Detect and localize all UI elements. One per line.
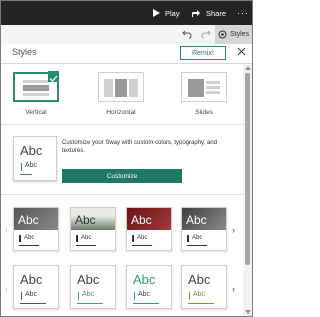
layout-horizontal-option[interactable] [98,72,144,102]
close-icon[interactable] [237,47,246,56]
scroll-down-icon[interactable] [245,310,251,314]
header-divider [1,63,252,64]
remix-button[interactable]: Remix! [180,46,226,60]
styles-icon [218,30,227,39]
styles-window: Play Share ··· Styles Styles Remix! Vert… [0,0,253,317]
share-button[interactable]: Share [191,1,226,25]
row2-next-arrow-icon[interactable]: › [232,284,235,294]
row1-prev-arrow-icon[interactable]: ‹ [5,225,8,235]
style-thumb[interactable]: Abc Abc [181,207,227,251]
layouts-divider [1,124,243,125]
row1-next-arrow-icon[interactable]: › [232,225,235,235]
play-button[interactable]: Play [153,1,180,25]
panel-title: Styles [12,47,37,57]
more-options-button[interactable]: ··· [237,1,249,25]
layout-vertical-label: Vertical [25,109,47,116]
play-label: Play [165,8,180,18]
scroll-up-icon[interactable] [245,66,251,70]
selected-check-icon [48,71,59,82]
preview-small-text: Abc [25,162,38,169]
toolbar: Styles [1,25,252,44]
row2-prev-arrow-icon[interactable]: ‹ [5,284,8,294]
layout-slides-label: Slides [195,109,213,116]
preview-big-text: Abc [20,143,43,158]
styles-button[interactable]: Styles [215,25,252,44]
play-icon [153,9,160,17]
panel-scrollbar[interactable] [243,64,252,316]
style-thumb[interactable]: Abc Abc [13,265,59,309]
styles-button-label: Styles [230,31,250,38]
top-bar: Play Share ··· [1,1,252,25]
customize-preview-card: Abc Abc [13,136,57,181]
redo-icon[interactable] [201,29,211,39]
style-thumb[interactable]: Abc Abc [70,265,116,309]
style-thumb[interactable]: Abc Abc [181,265,227,309]
share-label: Share [206,8,227,18]
style-thumb[interactable]: Abc Abc [126,265,172,309]
undo-icon[interactable] [182,29,192,39]
layout-horizontal-label: Horizontal [106,109,136,116]
share-icon [192,9,200,17]
scrollbar-thumb[interactable] [245,73,250,265]
style-thumb[interactable]: Abc Abc [70,207,116,251]
customize-divider [1,194,243,195]
layout-slides-option[interactable] [181,72,227,102]
customize-button[interactable]: Customize [62,169,182,183]
customize-description: Customize your Sway with custom colors, … [62,140,217,154]
style-thumb[interactable]: Abc Abc [13,207,59,251]
style-thumb[interactable]: Abc Abc [126,207,172,251]
